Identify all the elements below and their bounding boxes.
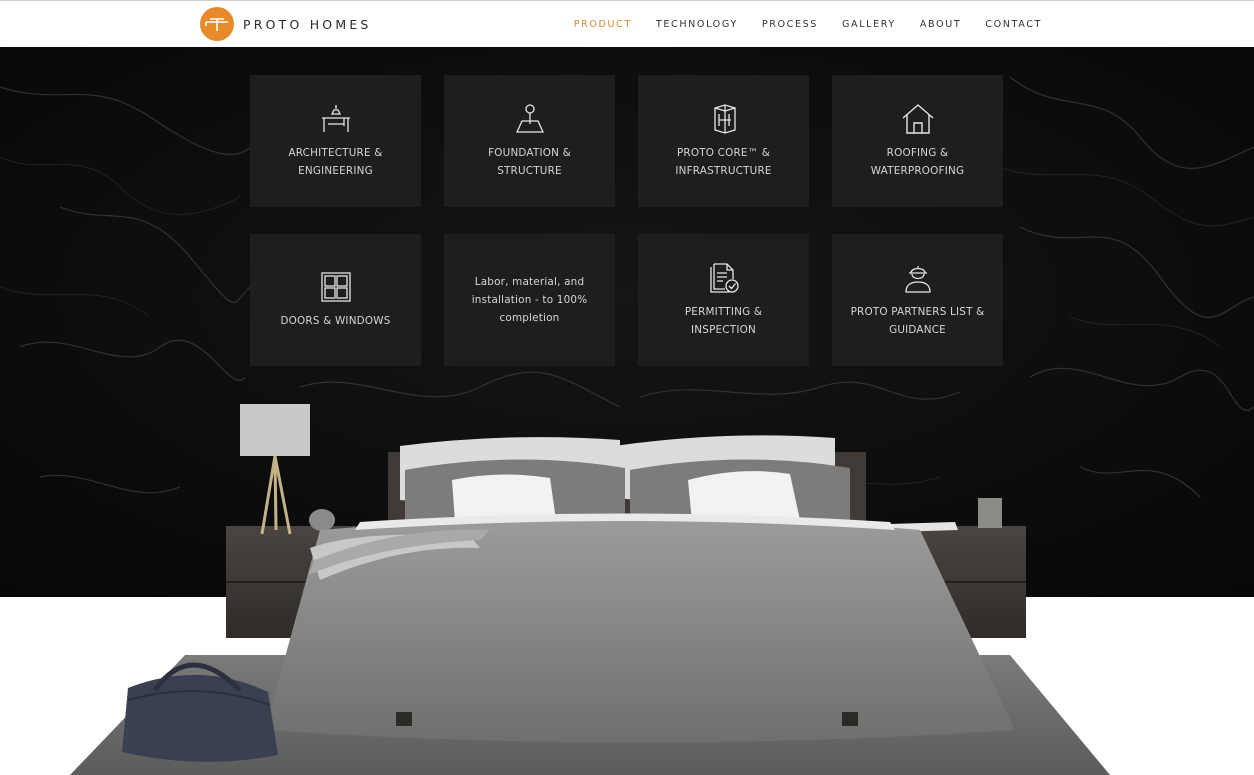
tile-label: ROOFING & WATERPROOFING [870, 147, 965, 177]
tile-proto-partners[interactable]: PROTO PARTNERS LIST & GUIDANCE [832, 234, 1003, 366]
marble-background [0, 47, 1254, 597]
tile-label: FOUNDATION & STRUCTURE [488, 147, 571, 177]
brand-name: PROTO HOMES [243, 16, 372, 32]
worker-hardhat-icon [904, 266, 931, 293]
nav-product[interactable]: PRODUCT [574, 19, 632, 30]
tile-label: DOORS & WINDOWS [280, 315, 391, 327]
foundation-pin-icon [515, 104, 544, 133]
floor-area [0, 597, 1254, 775]
tile-labor-material[interactable]: Labor, material, and installation - to 1… [444, 234, 615, 366]
tile-doors-windows[interactable]: DOORS & WINDOWS [250, 234, 421, 366]
tile-label: Labor, material, and installation - to 1… [471, 276, 588, 324]
house-roof-icon [902, 104, 933, 134]
tile-label: PROTO PARTNERS LIST & GUIDANCE [850, 306, 985, 336]
window-icon [320, 272, 351, 302]
drafting-table-icon [321, 105, 350, 132]
brand-logo[interactable]: PROTO HOMES [200, 7, 372, 41]
tile-architecture-engineering[interactable]: ARCHITECTURE & ENGINEERING [250, 75, 421, 207]
tile-label: ARCHITECTURE & ENGINEERING [288, 147, 383, 177]
tile-permitting-inspection[interactable]: PERMITTING & INSPECTION [638, 234, 809, 366]
tile-label: PROTO CORE™ & INFRASTRUCTURE [675, 147, 772, 177]
nav-process[interactable]: PROCESS [762, 19, 818, 30]
tile-label: PERMITTING & INSPECTION [684, 306, 763, 336]
logo-mark-icon [200, 7, 234, 41]
nav-gallery[interactable]: GALLERY [842, 19, 896, 30]
hero-section [0, 47, 1254, 597]
tile-roofing-waterproofing[interactable]: ROOFING & WATERPROOFING [832, 75, 1003, 207]
tile-foundation-structure[interactable]: FOUNDATION & STRUCTURE [444, 75, 615, 207]
tile-proto-core[interactable]: PROTO CORE™ & INFRASTRUCTURE [638, 75, 809, 207]
nav-contact[interactable]: CONTACT [985, 19, 1042, 30]
site-header: PROTO HOMES PRODUCT TECHNOLOGY PROCESS G… [0, 0, 1254, 47]
core-module-icon [713, 104, 736, 134]
nav-technology[interactable]: TECHNOLOGY [656, 19, 738, 30]
main-nav: PRODUCT TECHNOLOGY PROCESS GALLERY ABOUT… [550, 1, 1042, 47]
nav-about[interactable]: ABOUT [920, 19, 961, 30]
document-check-icon [709, 263, 739, 293]
